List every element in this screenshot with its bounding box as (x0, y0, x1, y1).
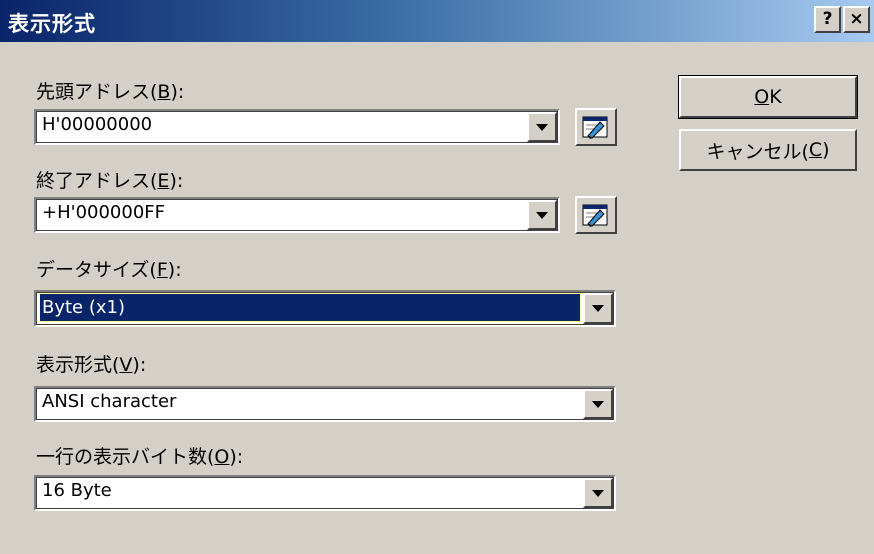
cancel-button[interactable]: キャンセル(C) (679, 129, 857, 171)
bytes-per-line-select[interactable]: 16 Byte (34, 475, 616, 511)
start-address-label-text: 先頭アドレス( (36, 81, 158, 103)
bytes-per-line-value: 16 Byte (42, 480, 112, 501)
data-size-label-end: ): (167, 259, 182, 281)
end-address-label-end: ): (169, 170, 184, 192)
display-format-dropdown-button[interactable] (583, 389, 613, 419)
help-button[interactable]: ? (814, 6, 841, 33)
data-size-label-text: データサイズ( (36, 259, 157, 281)
end-address-accel-key: E (157, 170, 170, 192)
end-address-dropdown-button[interactable] (527, 200, 557, 230)
close-icon: × (849, 9, 864, 29)
title-bar[interactable]: 表示形式 ? × (0, 0, 874, 42)
end-address-value: +H'000000FF (42, 202, 165, 223)
end-address-label: 終了アドレス(E): (36, 166, 183, 193)
start-address-accel-key: B (157, 81, 171, 103)
bytes-per-line-dropdown-button[interactable] (583, 478, 613, 508)
ok-button[interactable]: OK (678, 75, 858, 119)
chevron-down-icon (592, 489, 604, 497)
start-address-label: 先頭アドレス(B): (36, 77, 184, 104)
cancel-accel-key: C (808, 139, 823, 161)
bytes-per-line-accel-key: O (214, 446, 230, 468)
data-size-dropdown-button[interactable] (583, 293, 613, 324)
close-button[interactable]: × (843, 6, 870, 33)
display-format-label: 表示形式(V): (36, 350, 146, 377)
display-format-label-end: ): (132, 354, 147, 376)
chevron-down-icon (536, 211, 548, 219)
ok-accel-key: O (754, 86, 770, 108)
display-format-accel-key: V (119, 354, 133, 376)
display-format-value: ANSI character (42, 391, 177, 412)
bytes-per-line-label: 一行の表示バイト数(O): (36, 442, 243, 469)
data-size-accel-key: F (156, 259, 168, 281)
help-icon: ? (822, 9, 833, 29)
chevron-down-icon (592, 305, 604, 312)
address-picker-icon (582, 116, 608, 139)
chevron-down-icon (592, 400, 604, 408)
address-picker-icon (582, 204, 608, 227)
display-format-select[interactable]: ANSI character (34, 386, 616, 422)
chevron-down-icon (536, 123, 548, 131)
start-address-picker-button[interactable] (575, 108, 617, 146)
end-address-picker-button[interactable] (575, 196, 617, 234)
start-address-dropdown-button[interactable] (527, 112, 557, 142)
display-format-label-text: 表示形式( (36, 354, 120, 376)
ok-label: K (769, 86, 782, 108)
cancel-label-end: ) (822, 139, 830, 161)
end-address-combo[interactable]: +H'000000FF (34, 197, 560, 233)
cancel-label: キャンセル( (706, 140, 809, 163)
bytes-per-line-label-text: 一行の表示バイト数( (36, 446, 215, 468)
data-size-label: データサイズ(F): (36, 255, 182, 282)
data-size-value: Byte (x1) (39, 293, 581, 322)
dialog-title: 表示形式 (8, 12, 96, 36)
start-address-combo[interactable]: H'00000000 (34, 109, 560, 145)
display-format-dialog: 表示形式 ? × 先頭アドレス(B): H'00000000 終了アドレス(E)… (0, 0, 874, 554)
bytes-per-line-label-end: ): (229, 446, 244, 468)
data-size-select[interactable]: Byte (x1) (34, 290, 616, 327)
end-address-label-text: 終了アドレス( (36, 170, 158, 192)
start-address-label-end: ): (170, 81, 185, 103)
start-address-value: H'00000000 (42, 114, 153, 135)
